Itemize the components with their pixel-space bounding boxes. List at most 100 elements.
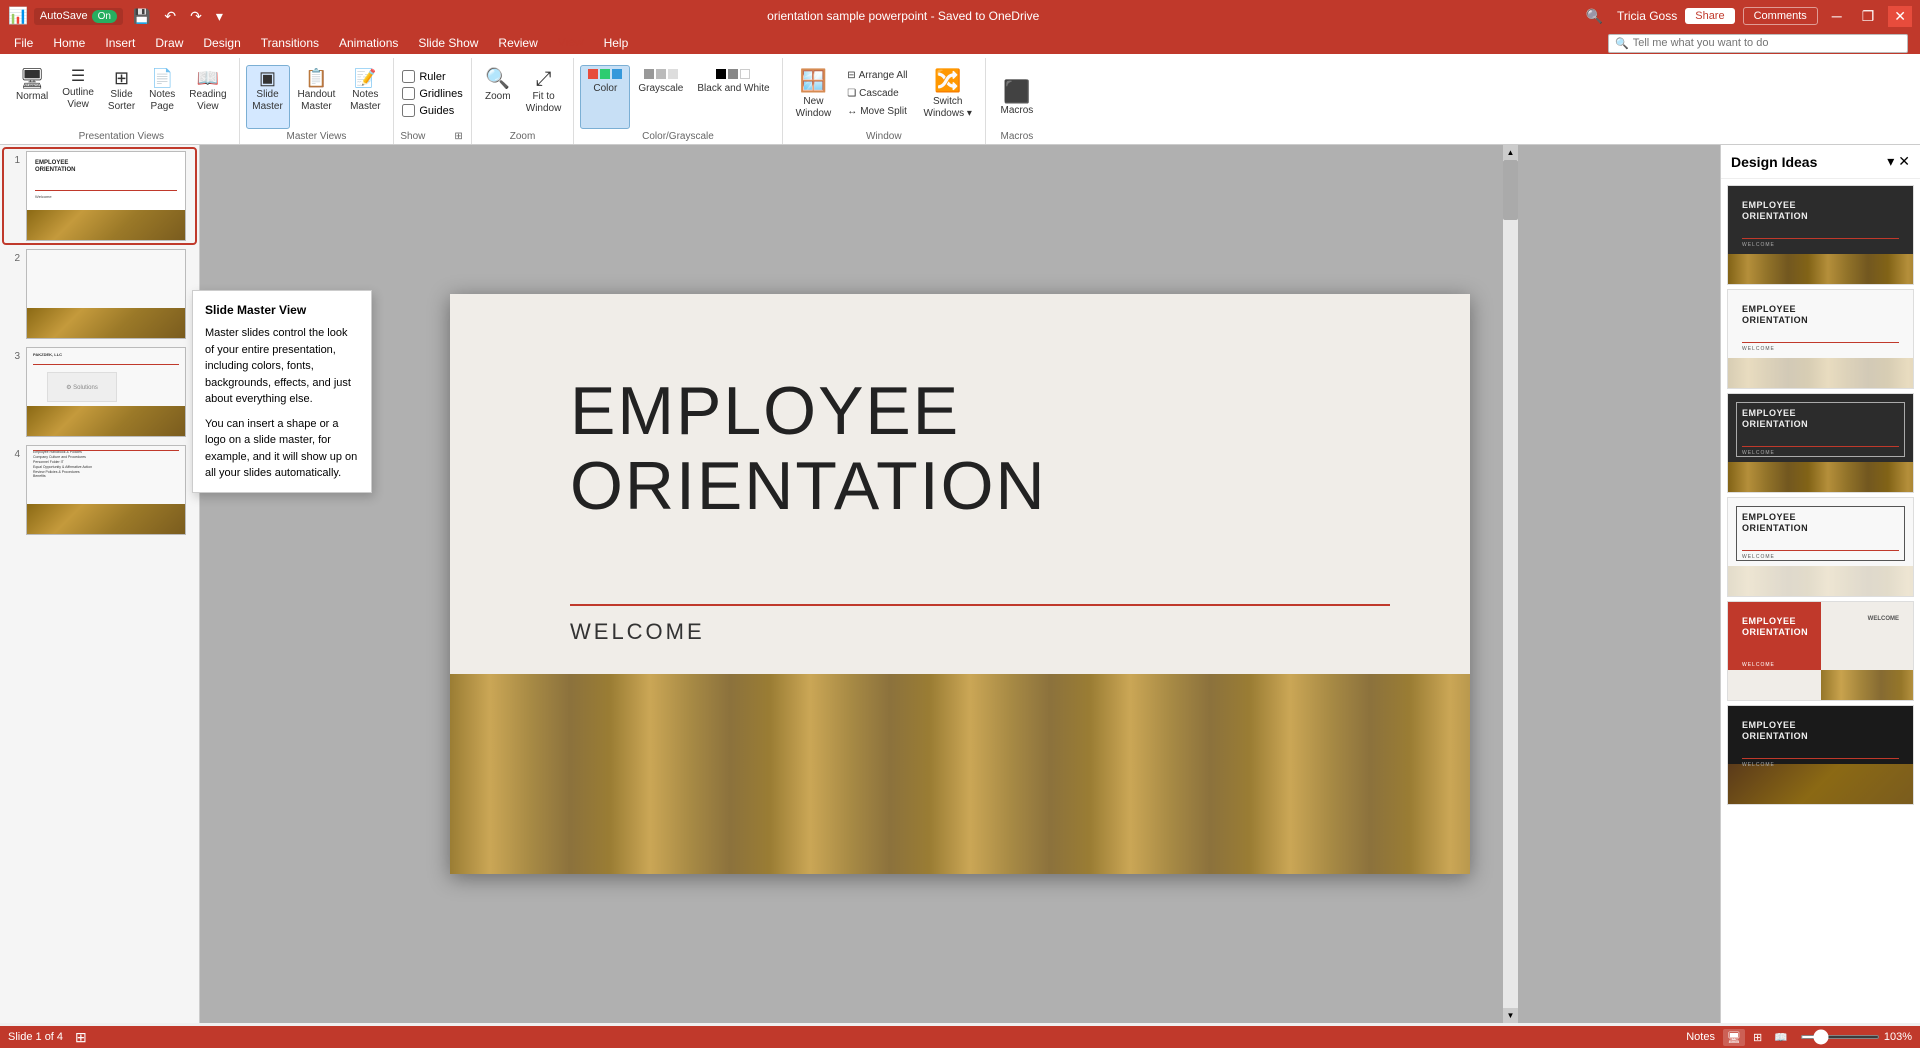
zoom-value: 103% bbox=[1884, 1031, 1912, 1043]
menu-slideshow[interactable]: Slide Show bbox=[408, 34, 488, 52]
macros-btn[interactable]: ⬛ Macros bbox=[992, 65, 1042, 129]
menu-home[interactable]: Home bbox=[43, 34, 95, 52]
color-btn[interactable]: Color bbox=[580, 65, 630, 129]
design-thumb-6[interactable]: EMPLOYEEORIENTATION WELCOME bbox=[1727, 705, 1914, 805]
design-thumb-4[interactable]: EMPLOYEEORIENTATION WELCOME bbox=[1727, 497, 1914, 597]
ruler-checkbox[interactable]: Ruler bbox=[400, 69, 447, 84]
cascade-btn[interactable]: ❏ Cascade bbox=[842, 85, 912, 102]
menu-view[interactable]: View bbox=[548, 33, 594, 53]
save-qat-btn[interactable]: 💾 bbox=[129, 6, 154, 27]
menu-animations[interactable]: Animations bbox=[329, 34, 408, 52]
canvas-vscroll[interactable]: ▲ ▼ bbox=[1503, 145, 1518, 1023]
design-dropdown-btn[interactable]: ▾ bbox=[1887, 153, 1894, 170]
notes-status-btn[interactable]: Notes bbox=[1686, 1031, 1715, 1043]
redo-qat-btn[interactable]: ↷ bbox=[186, 6, 206, 27]
design-thumb-3[interactable]: EMPLOYEEORIENTATION WELCOME bbox=[1727, 393, 1914, 493]
move-split-icon: ↔ bbox=[847, 106, 857, 117]
restore-button[interactable]: ❐ bbox=[1856, 6, 1881, 27]
thumb-floor-4 bbox=[27, 504, 185, 534]
thumb-floor-1 bbox=[27, 210, 185, 240]
slide-master-btn[interactable]: ▣ SlideMaster bbox=[246, 65, 290, 129]
cascade-icon: ❏ bbox=[847, 88, 856, 99]
reading-status-btn[interactable]: 📖 bbox=[1770, 1029, 1792, 1046]
new-window-btn[interactable]: 🪟 NewWindow bbox=[789, 62, 839, 126]
guides-checkbox[interactable]: Guides bbox=[400, 103, 456, 118]
grayscale-btn[interactable]: Grayscale bbox=[632, 65, 689, 129]
canvas-area: ▲ ▼ EMPLOYEE ORIENTATION WELCOME bbox=[200, 145, 1720, 1023]
normal-view-status-btn[interactable]: 🖥 bbox=[1723, 1029, 1745, 1046]
slide-master-icon: ▣ bbox=[259, 69, 276, 87]
arrange-all-label: Arrange All bbox=[859, 70, 908, 81]
slide-thumb-4[interactable]: 4 Employee Handbook & Policies Company C… bbox=[4, 443, 195, 537]
design-floor-4 bbox=[1728, 566, 1913, 596]
menu-review[interactable]: Review bbox=[488, 34, 547, 52]
notes-master-btn[interactable]: 📝 NotesMaster bbox=[343, 65, 387, 129]
menu-insert[interactable]: Insert bbox=[95, 34, 145, 52]
thumb-title-1: EMPLOYEEORIENTATION bbox=[35, 160, 75, 174]
thumb-line-3 bbox=[33, 364, 179, 365]
notes-page-btn[interactable]: 📄 NotesPage bbox=[143, 65, 181, 129]
scroll-down-btn[interactable]: ▼ bbox=[1503, 1008, 1518, 1023]
ruler-input[interactable] bbox=[402, 70, 415, 83]
user-name: Tricia Goss bbox=[1617, 9, 1677, 23]
slide-sorter-status-btn[interactable]: ⊞ bbox=[1749, 1029, 1766, 1046]
search-bar[interactable]: 🔍 bbox=[1608, 34, 1908, 53]
scroll-thumb[interactable] bbox=[1503, 160, 1518, 220]
menu-file[interactable]: File bbox=[4, 34, 43, 52]
search-input[interactable] bbox=[1633, 37, 1901, 49]
thumb-line-1 bbox=[35, 190, 177, 191]
normal-view-btn[interactable]: 🖥 Normal bbox=[10, 65, 54, 129]
undo-qat-btn[interactable]: ↶ bbox=[160, 6, 180, 27]
bw-squares bbox=[716, 69, 750, 79]
switch-windows-label: SwitchWindows ▾ bbox=[924, 96, 972, 120]
design-title-3: EMPLOYEEORIENTATION bbox=[1742, 408, 1808, 430]
scroll-up-btn[interactable]: ▲ bbox=[1503, 145, 1518, 160]
move-split-btn[interactable]: ↔ Move Split bbox=[842, 103, 912, 120]
slide-thumb-2[interactable]: 2 bbox=[4, 247, 195, 341]
close-button[interactable]: ✕ bbox=[1888, 6, 1912, 27]
slide-preview-3: PAKZDEK, LLC ⚙ Solutions bbox=[26, 347, 186, 437]
switch-windows-btn[interactable]: 🔀 SwitchWindows ▾ bbox=[917, 62, 979, 126]
window-split-btns: ⊟ Arrange All ❏ Cascade ↔ Move Split bbox=[842, 67, 912, 120]
gridlines-input[interactable] bbox=[402, 87, 415, 100]
search-icon: 🔍 bbox=[1615, 37, 1629, 50]
slide-thumb-3[interactable]: 3 PAKZDEK, LLC ⚙ Solutions bbox=[4, 345, 195, 439]
black-white-btn[interactable]: Black and White bbox=[691, 65, 775, 129]
show-expand-btn[interactable]: ⊞ bbox=[452, 129, 464, 144]
design-thumb-2[interactable]: EMPLOYEEORIENTATION WELCOME bbox=[1727, 289, 1914, 389]
zoom-btn[interactable]: 🔍 Zoom bbox=[478, 65, 518, 129]
comments-button[interactable]: Comments bbox=[1743, 7, 1818, 25]
design-header: Design Ideas ▾ ✕ bbox=[1721, 145, 1920, 179]
gray-sq3 bbox=[668, 69, 678, 79]
customize-qat-btn[interactable]: ▾ bbox=[212, 6, 227, 27]
slide-thumb-1[interactable]: 1 EMPLOYEEORIENTATION Welcome bbox=[4, 149, 195, 243]
color-squares bbox=[588, 69, 622, 79]
autosave-label: AutoSave bbox=[40, 10, 88, 22]
menu-help[interactable]: Help bbox=[594, 34, 639, 52]
zoom-slider[interactable] bbox=[1800, 1035, 1880, 1039]
fit-to-window-btn[interactable]: ⤢ Fit toWindow bbox=[520, 65, 568, 129]
design-thumb-5[interactable]: EMPLOYEEORIENTATION WELCOME WELCOME bbox=[1727, 601, 1914, 701]
reading-view-btn[interactable]: 📖 ReadingView bbox=[183, 65, 232, 129]
menu-design[interactable]: Design bbox=[193, 34, 250, 52]
slide-panel: 1 EMPLOYEEORIENTATION Welcome 2 3 PAKZDE… bbox=[0, 145, 200, 1023]
outline-view-btn[interactable]: ☰ OutlineView bbox=[56, 65, 100, 129]
arrange-all-btn[interactable]: ⊟ Arrange All bbox=[842, 67, 912, 84]
design-thumb-1[interactable]: EMPLOYEEORIENTATION WELCOME bbox=[1727, 185, 1914, 285]
menu-draw[interactable]: Draw bbox=[145, 34, 193, 52]
autosave-toggle[interactable]: AutoSave On bbox=[34, 8, 123, 25]
menu-transitions[interactable]: Transitions bbox=[251, 34, 329, 52]
gridlines-checkbox[interactable]: Gridlines bbox=[400, 86, 464, 101]
design-close-btn[interactable]: ✕ bbox=[1898, 153, 1910, 170]
normal-label: Normal bbox=[16, 91, 48, 103]
handout-master-btn[interactable]: 📋 HandoutMaster bbox=[292, 65, 342, 129]
show-label: Show bbox=[400, 129, 425, 144]
slide-sorter-label: SlideSorter bbox=[108, 89, 135, 113]
guides-input[interactable] bbox=[402, 104, 415, 117]
share-button[interactable]: Share bbox=[1685, 8, 1734, 24]
minimize-button[interactable]: ─ bbox=[1826, 6, 1848, 26]
zoom-buttons: 🔍 Zoom ⤢ Fit toWindow bbox=[478, 58, 568, 129]
thumb-sub-1: Welcome bbox=[35, 194, 52, 199]
slide-sorter-btn[interactable]: ⊞ SlideSorter bbox=[102, 65, 141, 129]
search-title-btn[interactable]: 🔍 bbox=[1580, 6, 1609, 27]
